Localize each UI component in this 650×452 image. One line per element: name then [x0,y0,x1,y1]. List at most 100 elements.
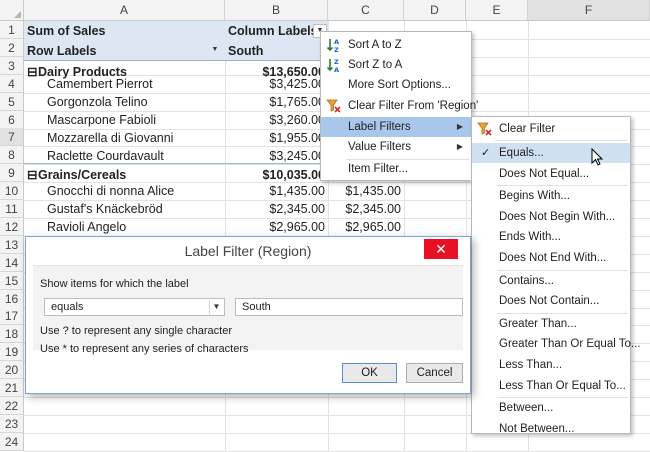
grain-item-total[interactable]: $1,435.00 [328,182,404,200]
grain-item-total[interactable]: $2,965.00 [328,218,404,236]
row-header[interactable]: 4 [0,74,24,93]
column-header-e[interactable]: E [466,0,528,21]
sort-descending-icon: Z A [326,58,339,73]
submenu-arrow-icon: ▶ [456,122,463,131]
dairy-item-name[interactable]: Mozzarella di Giovanni [47,129,222,147]
row-header[interactable]: 18 [0,325,24,344]
svg-text:A: A [334,66,339,73]
column-header-a[interactable]: A [24,0,225,21]
dairy-item-value[interactable]: $3,260.00 [225,111,328,129]
dialog-title: Label Filter (Region) [184,243,312,259]
row-header[interactable]: 13 [0,235,24,254]
dialog-hint-series: Use * to represent any series of charact… [40,343,249,355]
row-header[interactable]: 6 [0,110,24,129]
submenu-item[interactable]: Contains... [472,271,630,291]
row-header[interactable]: 9 [0,164,24,183]
pivot-values-label[interactable]: Sum of Sales [27,21,217,41]
cancel-button[interactable]: Cancel [406,363,463,383]
svg-text:A: A [334,38,339,46]
submenu-item[interactable]: Begins With... [472,186,630,206]
label-filters-submenu: Clear Filter ✓ Equals... Does Not Equal...… [471,116,640,435]
row-header[interactable]: 2 [0,38,24,57]
grain-item-total[interactable]: $2,345.00 [328,200,404,218]
pivot-column-labels[interactable]: Column Labels [228,21,318,41]
column-header-f[interactable]: F [528,0,650,21]
dairy-item-value[interactable]: $1,765.00 [225,93,328,111]
submenu-item[interactable]: ✓ Equals... [472,143,630,163]
grain-item-name[interactable]: Ravioli Angelo [47,218,222,236]
submenu-item[interactable]: Not Between... [472,419,630,439]
row-header[interactable]: 14 [0,253,24,272]
row-header[interactable]: 3 [0,56,24,75]
dairy-item-name[interactable]: Camembert Pierrot [47,75,222,93]
grain-item-name[interactable]: Gustaf's Knäckebröd [47,200,222,218]
filter-operator-select[interactable]: equals ▼ [44,298,225,316]
row-header[interactable]: 15 [0,271,24,290]
column-header-d[interactable]: D [404,0,466,21]
submenu-item[interactable]: Ends With... [472,227,630,247]
ok-button[interactable]: OK [342,363,397,383]
dairy-item-value[interactable]: $1,955.00 [225,129,328,147]
submenu-item[interactable]: Between... [472,398,630,418]
menu-more-sort-options[interactable]: More Sort Options... [321,75,471,95]
svg-text:Z: Z [334,46,339,53]
menu-sort-z-to-a[interactable]: Z A Sort Z to A [321,55,471,75]
row-header[interactable]: 12 [0,217,24,236]
submenu-item[interactable]: Less Than... [472,355,630,375]
select-all-corner[interactable] [0,0,24,21]
row-header[interactable]: 8 [0,146,24,165]
submenu-item[interactable]: Does Not Equal... [472,164,630,184]
row-header[interactable]: 23 [0,414,24,433]
submenu-clear-filter[interactable]: Clear Filter [472,119,630,139]
row-header[interactable]: 24 [0,432,24,451]
row-header[interactable]: 1 [0,21,24,39]
menu-sort-a-to-z[interactable]: A Z Sort A to Z [321,35,471,55]
row-header[interactable]: 21 [0,379,24,397]
dairy-item-name[interactable]: Mascarpone Fabioli [47,111,222,129]
column-header-b[interactable]: B [225,0,328,21]
row-header[interactable]: 19 [0,343,24,362]
grain-item-name[interactable]: Gnocchi di nonna Alice [47,182,222,200]
menu-value-filters[interactable]: Value Filters ▶ [321,137,471,157]
row-header[interactable]: 10 [0,182,24,201]
checkmark-icon: ✓ [481,147,491,159]
submenu-item[interactable]: Does Not Begin With... [472,207,630,227]
row-labels-dropdown-button[interactable]: ▼ [208,44,222,58]
clear-filter-icon [477,122,492,136]
region-column-header[interactable]: South [228,41,318,61]
row-header[interactable]: 16 [0,289,24,308]
row-header[interactable]: 22 [0,396,24,415]
svg-text:Z: Z [334,58,339,66]
submenu-item[interactable]: Less Than Or Equal To... [472,376,630,396]
grain-item-value[interactable]: $2,965.00 [225,218,328,236]
submenu-item[interactable]: Does Not End With... [472,248,630,268]
context-menu: A Z Sort A to Z Z A Sort Z to A More Sor… [320,31,478,181]
menu-clear-filter-region[interactable]: Clear Filter From 'Region' [321,96,478,116]
grain-item-value[interactable]: $2,345.00 [225,200,328,218]
sort-ascending-icon: A Z [326,38,339,53]
dairy-item-value[interactable]: $3,425.00 [225,75,328,93]
dairy-item-name[interactable]: Raclette Courdavault [47,147,222,165]
row-header[interactable]: 5 [0,92,24,111]
grain-item-value[interactable]: $1,435.00 [225,182,328,200]
dairy-item-name[interactable]: Gorgonzola Telino [47,93,222,111]
pivot-row-labels[interactable]: Row Labels [27,41,207,61]
clear-filter-icon [326,99,341,113]
submenu-item[interactable]: Greater Than... [472,314,630,334]
close-icon[interactable]: ✕ [424,239,458,259]
chevron-down-icon[interactable]: ▼ [209,300,223,314]
row-header[interactable]: 20 [0,361,24,380]
mouse-cursor-icon [591,148,603,166]
row-header[interactable]: 7 [0,128,24,147]
menu-label-filters[interactable]: Label Filters ▶ [321,117,471,137]
row-header[interactable]: 17 [0,307,24,326]
row-header[interactable]: 11 [0,200,24,218]
dialog-hint-single: Use ? to represent any single character [40,325,232,337]
dairy-item-value[interactable]: $3,245.00 [225,147,328,165]
menu-separator [497,140,628,141]
submenu-item[interactable]: Greater Than Or Equal To... [472,334,640,354]
menu-item-filter[interactable]: Item Filter... [321,159,471,179]
submenu-item[interactable]: Does Not Contain... [472,291,630,311]
filter-value-input[interactable]: South [235,298,463,316]
column-header-c[interactable]: C [328,0,404,21]
